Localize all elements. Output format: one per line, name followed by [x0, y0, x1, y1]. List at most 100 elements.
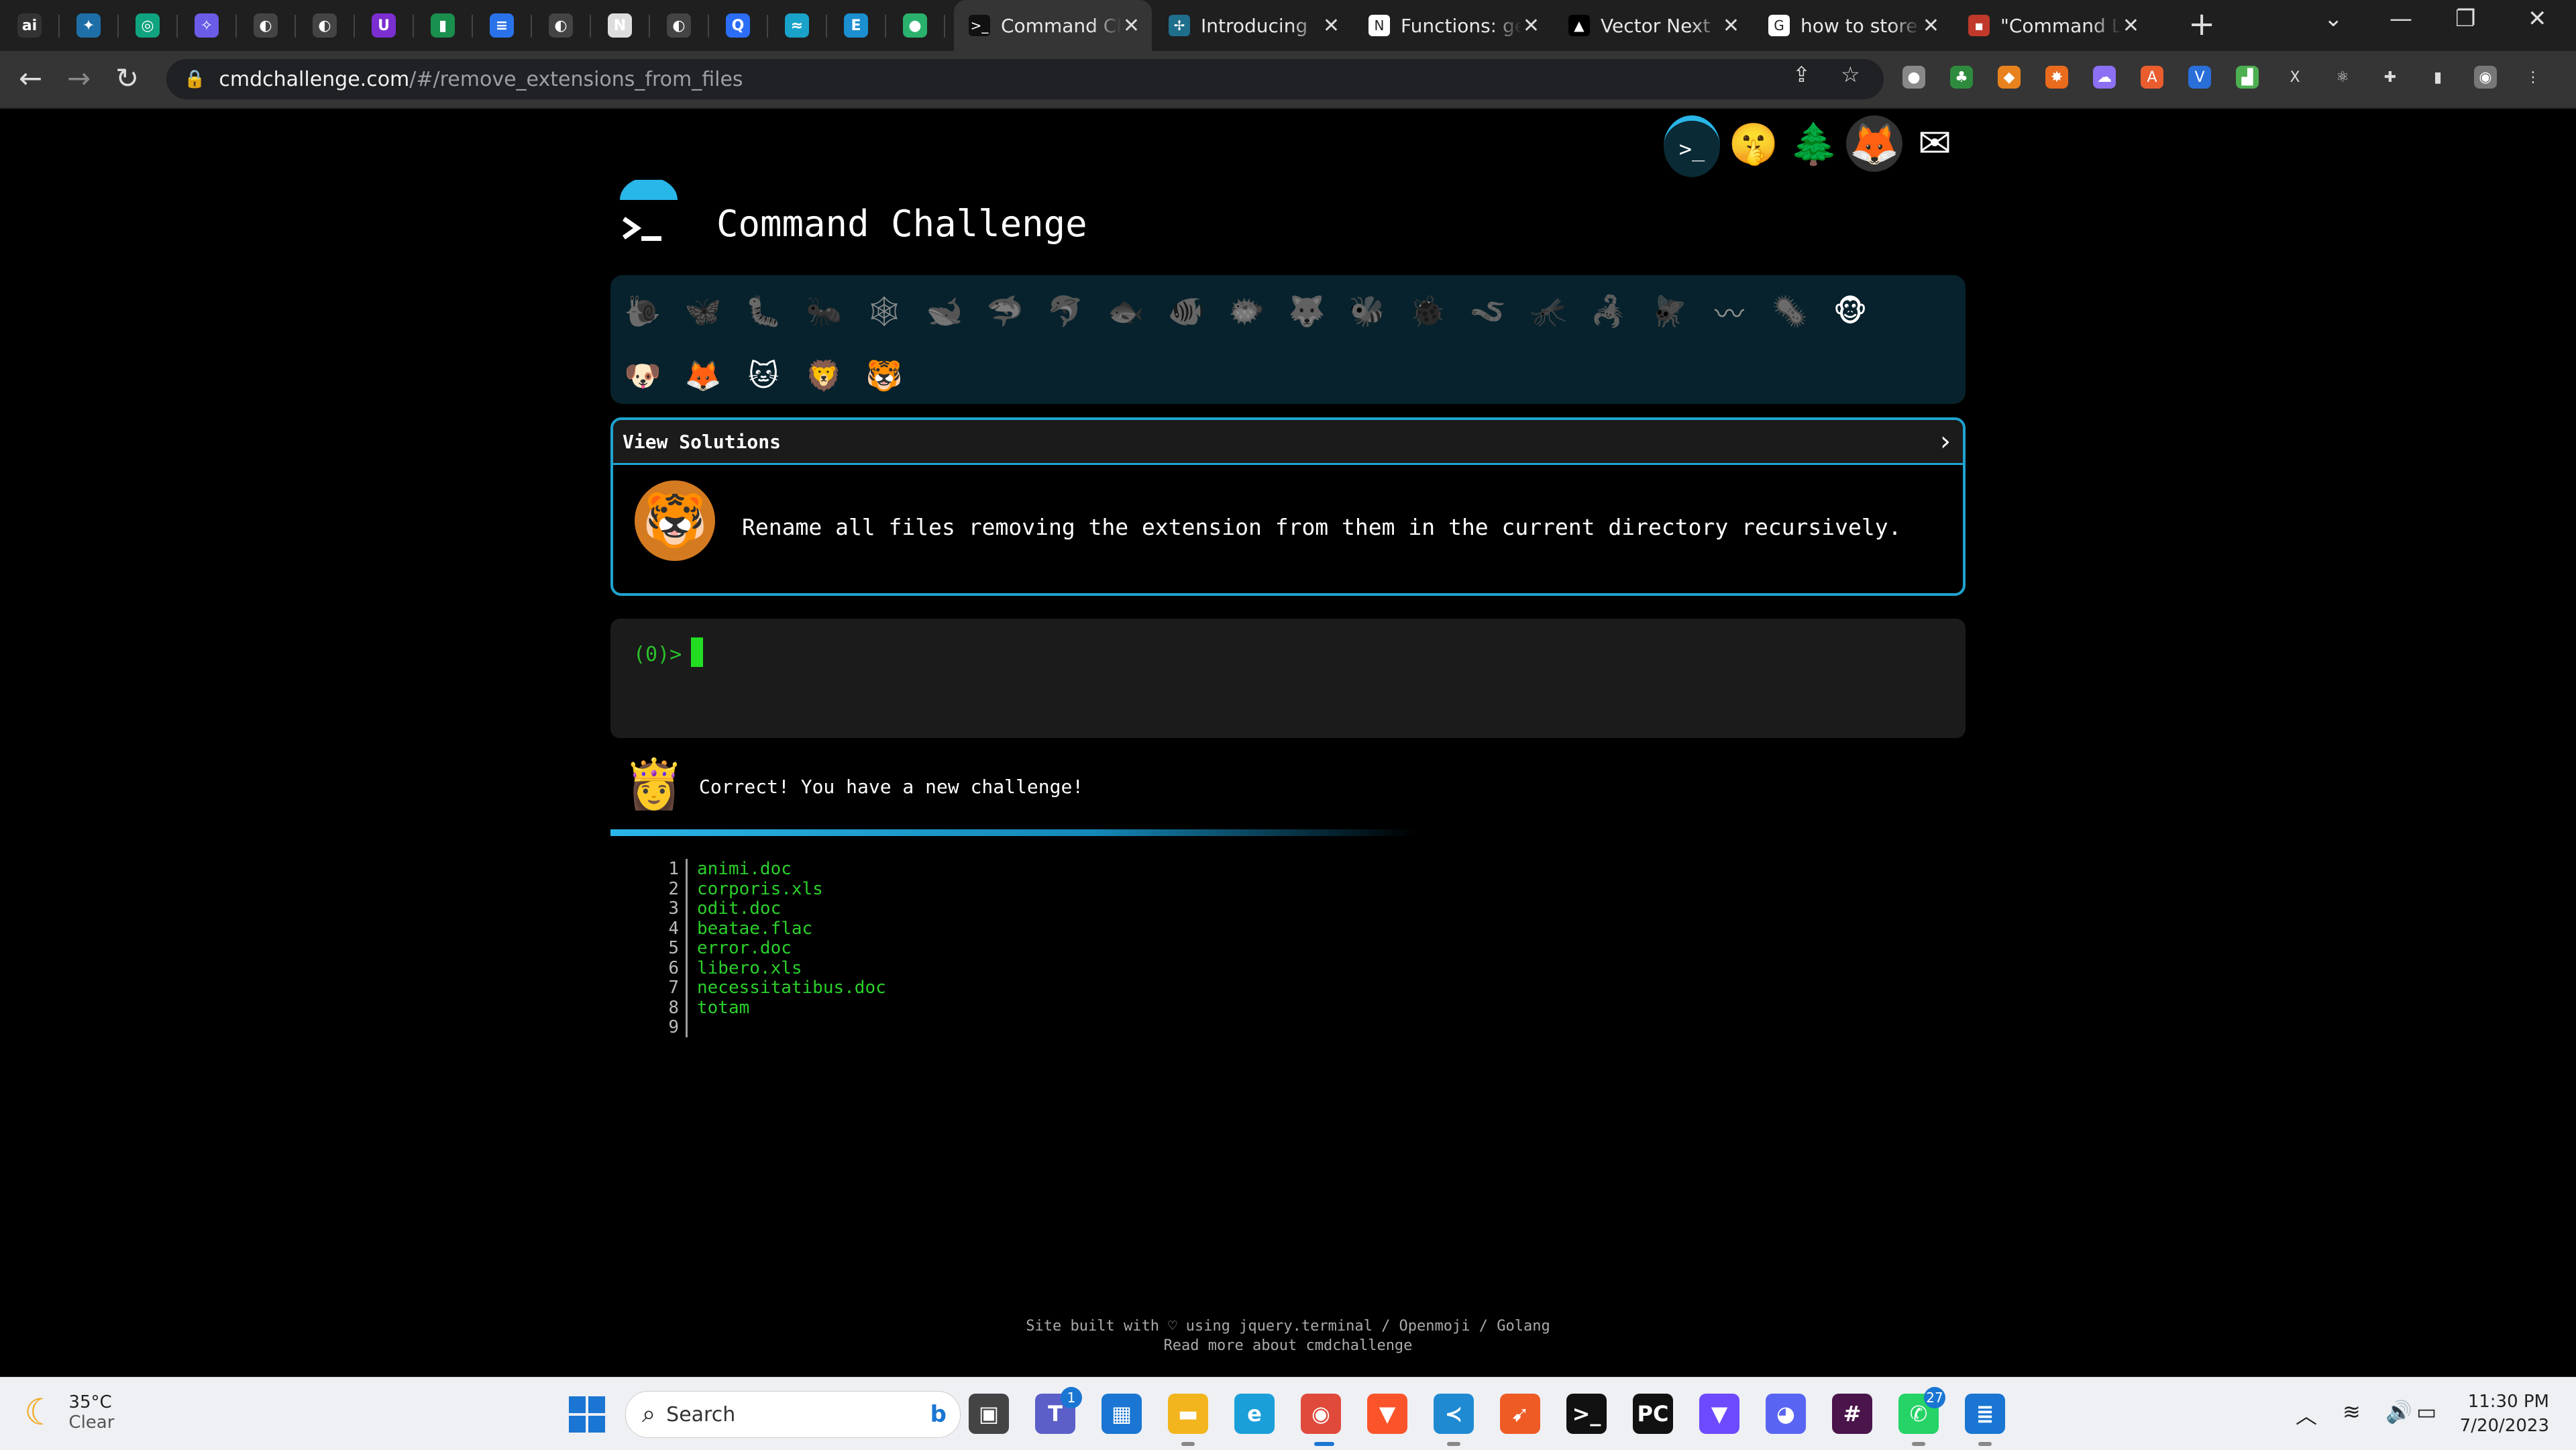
postman-icon[interactable]: ➹ [1500, 1394, 1540, 1434]
cat-icon[interactable]: 🐱 [739, 352, 788, 400]
close-icon[interactable]: ✕ [1323, 14, 1340, 38]
snail-icon[interactable]: 🐌 [619, 287, 667, 335]
chevron-right-icon[interactable]: › [1940, 426, 1951, 457]
burst-icon[interactable]: ✸ [2045, 66, 2068, 89]
brave-icon[interactable]: ▼ [1367, 1394, 1407, 1434]
pinned-tab[interactable]: Q [708, 0, 767, 51]
file-explorer-icon[interactable]: ▬ [1168, 1394, 1208, 1434]
terminal-input[interactable]: (0)> [610, 619, 1966, 738]
close-icon[interactable]: ✕ [1123, 14, 1140, 38]
browser-tab[interactable]: ✢ Introducing ✕ [1154, 0, 1352, 51]
tree-icon[interactable]: ♣ [1950, 66, 1973, 89]
restore-icon[interactable]: ❐ [2455, 5, 2475, 32]
sidepanel-icon[interactable]: ▮ [2426, 66, 2449, 89]
pycharm-icon[interactable]: PC [1633, 1394, 1673, 1434]
vscode-icon[interactable]: ≺ [1434, 1394, 1474, 1434]
forward-arrow-icon[interactable]: → [67, 62, 91, 95]
pinned-tab[interactable]: ai [0, 0, 59, 51]
close-icon[interactable]: ✕ [1723, 14, 1739, 38]
x-icon[interactable]: X [2284, 66, 2306, 89]
windows-start-icon[interactable] [569, 1396, 605, 1433]
react-icon[interactable]: ⚛ [2331, 66, 2354, 89]
pinned-tab[interactable]: E [826, 0, 885, 51]
browser-tab[interactable]: ▪ "Command L ✕ [1953, 0, 2151, 51]
pinned-tab[interactable]: ◐ [295, 0, 354, 51]
notepad-icon[interactable]: ≣ [1965, 1394, 2005, 1434]
blowfish-icon[interactable]: 🐡 [1222, 287, 1271, 335]
close-icon[interactable]: ✕ [2123, 14, 2139, 38]
metamask-icon[interactable]: ◆ [1998, 66, 2021, 89]
worm-icon[interactable]: 🪱 [1464, 287, 1512, 335]
lock-icon[interactable]: 🔒 [184, 69, 205, 89]
wifi-icon[interactable]: ≋ [2343, 1399, 2361, 1425]
monkey-icon[interactable]: 🐵 [1826, 287, 1874, 335]
fox-icon[interactable]: 🦊 [679, 352, 727, 400]
whale-icon[interactable]: 🐋 [920, 287, 969, 335]
lion-icon[interactable]: 🦁 [800, 352, 848, 400]
terminal-icon[interactable]: >_ [1664, 115, 1720, 177]
pinned-tab[interactable]: ▮ [413, 0, 472, 51]
puzzle-icon[interactable]: ✚ [2379, 66, 2402, 89]
minimize-icon[interactable]: — [2390, 5, 2412, 32]
tropical-fish-icon[interactable]: 🐠 [1162, 287, 1210, 335]
taskbar-search[interactable]: ⌕ Search b [625, 1391, 961, 1438]
pinned-tab[interactable]: ◐ [649, 0, 708, 51]
mole-icon[interactable]: ▟ [2236, 66, 2259, 89]
reload-icon[interactable]: ↻ [115, 62, 139, 95]
menu-icon[interactable]: ⋮ [2522, 66, 2544, 89]
fish-icon[interactable]: 🐟 [1102, 287, 1150, 335]
discord-icon[interactable]: ◕ [1766, 1394, 1806, 1434]
evergreen-tree-icon[interactable]: 🌲 [1786, 115, 1842, 172]
cloud-icon[interactable]: ☁ [2093, 66, 2116, 89]
system-clock[interactable]: 11:30 PM 7/20/2023 [2455, 1390, 2549, 1438]
pinned-tab[interactable]: ◐ [236, 0, 295, 51]
ladybug-icon[interactable]: 🐞 [1403, 287, 1452, 335]
profile-avatar-icon[interactable]: ◉ [2474, 66, 2497, 89]
browser-tab[interactable]: >_ Command Ch ✕ [954, 0, 1152, 51]
scorpion-icon[interactable]: 🦂 [1585, 287, 1633, 335]
pinned-tab[interactable]: ◎ [118, 0, 177, 51]
pinned-tab[interactable]: ✧ [177, 0, 236, 51]
task-view-icon[interactable]: ▣ [969, 1394, 1009, 1434]
pinned-tab[interactable]: ≈ [767, 0, 826, 51]
pinned-tab[interactable]: ≡ [472, 0, 531, 51]
share-icon[interactable]: ⇪ [1792, 62, 1811, 87]
microbe-icon[interactable]: 🦠 [1766, 287, 1814, 335]
pinned-tab[interactable]: ✦ [59, 0, 118, 51]
pinned-tab[interactable]: ● [885, 0, 945, 51]
footer-read-more-link[interactable]: Read more about cmdchallenge [0, 1336, 2576, 1355]
bookmark-star-icon[interactable]: ☆ [1841, 62, 1860, 87]
pinned-tab[interactable]: ◐ [531, 0, 590, 51]
browser-tab[interactable]: Ghow to store ✕ [1754, 0, 1951, 51]
weather-widget[interactable]: ☾ 35°C Clear [24, 1391, 114, 1433]
close-icon[interactable]: ✕ [1523, 14, 1540, 38]
back-arrow-icon[interactable]: ← [19, 62, 42, 95]
fly-icon[interactable]: 🪰 [1645, 287, 1693, 335]
dolphin-icon[interactable]: 🐬 [1041, 287, 1089, 335]
new-tab-button[interactable]: + [2188, 5, 2215, 43]
terminal-icon[interactable]: >_ [1566, 1394, 1607, 1434]
close-window-icon[interactable]: ✕ [2528, 5, 2547, 32]
wolf-icon[interactable]: 🐺 [1283, 287, 1331, 335]
mosquito-icon[interactable]: 🦟 [1524, 287, 1572, 335]
chrome-icon[interactable]: ◉ [1301, 1394, 1341, 1434]
mouse-icon[interactable]: ● [1902, 66, 1925, 89]
shark-icon[interactable]: 🦈 [981, 287, 1029, 335]
volume-icon[interactable]: 🔊 [2385, 1399, 2412, 1425]
ant-icon[interactable]: 🐜 [800, 287, 848, 335]
pinned-tab[interactable]: U [354, 0, 413, 51]
edge-icon[interactable]: e [1234, 1394, 1275, 1434]
earthworm-icon[interactable]: 〰 [1705, 287, 1754, 335]
pinned-tab[interactable]: N [590, 0, 649, 51]
bing-icon[interactable]: b [930, 1401, 947, 1428]
battery-icon[interactable]: ▭ [2416, 1399, 2436, 1425]
a-icon[interactable]: A [2141, 66, 2163, 89]
bee-icon[interactable]: 🐝 [1343, 287, 1391, 335]
microsoft-store-icon[interactable]: ▦ [1102, 1394, 1142, 1434]
envelope-icon[interactable]: ✉ [1907, 115, 1963, 172]
gitlab-icon[interactable]: 🦊 [1846, 115, 1902, 172]
proton-vpn-icon[interactable]: ▼ [1699, 1394, 1739, 1434]
close-icon[interactable]: ✕ [1923, 14, 1939, 38]
spider-web-icon[interactable]: 🕸 [860, 287, 908, 335]
v-icon[interactable]: V [2188, 66, 2211, 89]
